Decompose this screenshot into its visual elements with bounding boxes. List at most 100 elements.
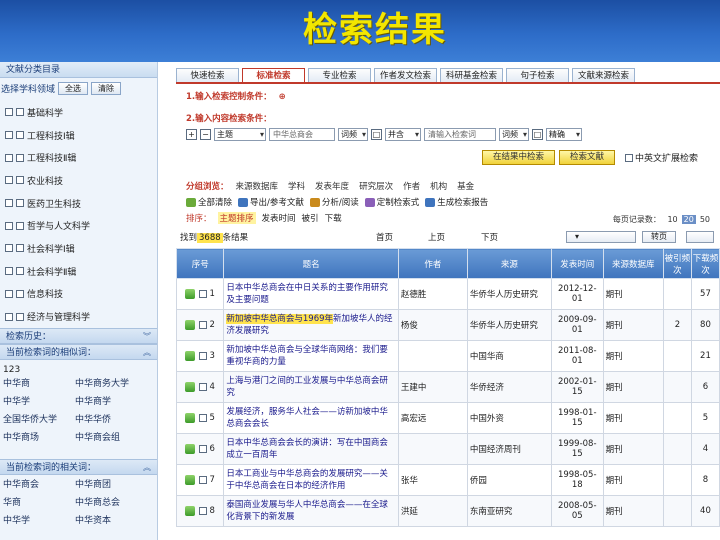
expand-icon[interactable]: [5, 289, 13, 298]
title-text[interactable]: 日本工商业与中华总商会的发展研究——关于中华总商会在日本的经济作用: [226, 469, 388, 491]
download-icon[interactable]: [185, 413, 196, 423]
title-text[interactable]: 泰国商业发展与华人中华总商会——在全球化背景下的新发展: [226, 500, 388, 522]
table-row[interactable]: 7 日本工商业与中华总商会的发展研究——关于中华总商会在日本的经济作用 张华 侨园 19…: [175, 464, 720, 496]
category-item[interactable]: 工程科技Ⅰ辑: [0, 124, 157, 147]
jump-page-button[interactable]: 转页: [642, 231, 676, 243]
tab-0[interactable]: 快速检索: [176, 68, 239, 82]
column-header[interactable]: 序号: [175, 248, 225, 279]
keyword-link[interactable]: 中华商会: [3, 478, 75, 492]
tab-1[interactable]: 标准检索: [242, 68, 305, 82]
table-row[interactable]: 4 上海与港门之间的工业发展与中华总商会研究 王建中 华侨经济 2002-01-15 期刊…: [175, 371, 720, 403]
per-page-option[interactable]: 50: [700, 215, 710, 224]
keyword-link[interactable]: 中华学: [3, 514, 75, 528]
exact-select[interactable]: 精确: [546, 128, 582, 141]
keyword-link[interactable]: 中华学: [3, 395, 75, 409]
tool-item[interactable]: 全部清除: [186, 196, 232, 208]
row-checkbox[interactable]: [199, 476, 208, 484]
download-icon[interactable]: [185, 351, 196, 361]
expand-icon[interactable]: [5, 312, 13, 321]
category-checkbox[interactable]: [16, 267, 24, 276]
title-cell[interactable]: 发展经济，服务华人社会——访新加坡中华总商会会长: [223, 402, 399, 434]
tool-item[interactable]: 生成检索报告: [425, 196, 488, 208]
tab-2[interactable]: 专业检索: [308, 68, 371, 82]
category-checkbox[interactable]: [16, 108, 24, 117]
category-item[interactable]: 社会科学Ⅱ辑: [0, 260, 157, 283]
tab-6[interactable]: 文献来源检索: [572, 68, 635, 82]
first-page-link[interactable]: 首页: [376, 231, 393, 243]
search-in-results-button[interactable]: 在结果中检索: [482, 150, 556, 165]
category-item[interactable]: 农业科技: [0, 169, 157, 192]
keyword-link[interactable]: 中华商团: [75, 478, 145, 492]
keyword-link[interactable]: 中华商务大学: [75, 377, 145, 391]
title-cell[interactable]: 新加坡中华总商会与全球华商网络：我们要重视华商的力量: [223, 340, 399, 372]
source-cell[interactable]: 中国经济周刊: [466, 433, 552, 465]
chevron-up-icon[interactable]: ︽: [143, 345, 151, 361]
column-header[interactable]: 作者: [397, 248, 468, 279]
source-cell[interactable]: 侨园: [466, 464, 552, 496]
download-icon[interactable]: [185, 506, 196, 516]
tool-item[interactable]: 导出/参考文献: [238, 196, 304, 208]
tab-5[interactable]: 句子检索: [506, 68, 569, 82]
sort-option[interactable]: 下载: [325, 212, 342, 224]
author-cell[interactable]: 张华: [397, 464, 468, 496]
title-cell[interactable]: 日本工商业与中华总商会的发展研究——关于中华总商会在日本的经济作用: [223, 464, 399, 496]
source-cell[interactable]: 华侨华人历史研究: [466, 278, 552, 310]
table-row[interactable]: 8 泰国商业发展与华人中华总商会——在全球化背景下的新发展 洪延 东南亚研究 2008-…: [175, 495, 720, 527]
category-item[interactable]: 基础科学: [0, 101, 157, 124]
source-cell[interactable]: 华侨华人历史研究: [466, 309, 552, 341]
freq-toggle-2[interactable]: □: [532, 129, 543, 140]
remove-row-button[interactable]: −: [200, 129, 211, 140]
keyword-input-2[interactable]: 清输入检索词: [424, 128, 496, 141]
title-text[interactable]: 日本中华总商会: [226, 283, 286, 293]
keyword-link[interactable]: 中华商总会: [75, 496, 145, 510]
title-cell[interactable]: 新加坡中华总商会与1969年新加坡华人的经济发展研究: [223, 309, 399, 341]
table-row[interactable]: 6 日本中华总商会会长的演讲：写在中国商会成立一百周年 中国经济周刊 1999-08-…: [175, 433, 720, 465]
author-cell[interactable]: [397, 340, 468, 372]
group-item[interactable]: 学科: [285, 180, 308, 192]
keyword-link[interactable]: 中华华侨: [75, 413, 145, 427]
title-highlight[interactable]: 新加坡中华总商会与1969年: [226, 314, 334, 324]
chevron-up-icon[interactable]: ︽: [143, 460, 151, 476]
row-checkbox[interactable]: [199, 352, 208, 360]
freq-toggle-1[interactable]: □: [371, 129, 382, 140]
field-select[interactable]: 主题: [214, 128, 266, 141]
expand-icon[interactable]: [5, 131, 13, 140]
add-row-button[interactable]: +: [186, 129, 197, 140]
title-cell[interactable]: 日本中华总商会在中日关系的主要作用研究及主要问题: [223, 278, 399, 310]
column-header[interactable]: 来源数据库: [602, 248, 664, 279]
group-item[interactable]: 机构: [427, 180, 450, 192]
related-first[interactable]: 123: [0, 360, 157, 375]
source-cell[interactable]: 东南亚研究: [466, 495, 552, 527]
category-item[interactable]: 医药卫生科技: [0, 192, 157, 215]
author-cell[interactable]: 杨俊: [397, 309, 468, 341]
clear-button[interactable]: 清除: [91, 81, 122, 95]
expand-icon[interactable]: [5, 199, 13, 208]
download-icon[interactable]: [185, 289, 196, 299]
keyword-link[interactable]: 中华商: [3, 377, 75, 391]
column-header[interactable]: 来源: [466, 248, 552, 279]
category-checkbox[interactable]: [16, 221, 24, 230]
source-cell[interactable]: 华侨经济: [466, 371, 552, 403]
expand-icon[interactable]: [5, 108, 13, 117]
download-icon[interactable]: [185, 444, 196, 454]
download-icon[interactable]: [185, 320, 196, 330]
group-item[interactable]: 基金: [454, 180, 477, 192]
next-page-link[interactable]: 下页: [481, 231, 498, 243]
title-cell[interactable]: 泰国商业发展与华人中华总商会——在全球化背景下的新发展: [223, 495, 399, 527]
download-icon[interactable]: [185, 382, 196, 392]
keyword-input[interactable]: 中华总商会: [269, 128, 335, 141]
expand-icon[interactable]: [5, 221, 13, 230]
sort-option[interactable]: 被引: [302, 212, 319, 224]
sort-option[interactable]: 主题排序: [217, 212, 256, 224]
tool-item[interactable]: 分析/阅读: [309, 196, 359, 208]
title-text[interactable]: 上海与港门之间的工业发展与中华总商会研究: [226, 376, 388, 398]
category-checkbox[interactable]: [16, 131, 24, 140]
row-checkbox[interactable]: [199, 290, 208, 298]
row-checkbox[interactable]: [199, 445, 208, 453]
cross-language-checkbox[interactable]: [625, 153, 634, 162]
group-item[interactable]: 作者: [400, 180, 423, 192]
select-all-button[interactable]: 全选: [58, 81, 89, 95]
title-cell[interactable]: 日本中华总商会会长的演讲：写在中国商会成立一百周年: [223, 433, 399, 465]
column-header[interactable]: 发表时间: [550, 248, 604, 279]
tab-3[interactable]: 作者发文检索: [374, 68, 437, 82]
